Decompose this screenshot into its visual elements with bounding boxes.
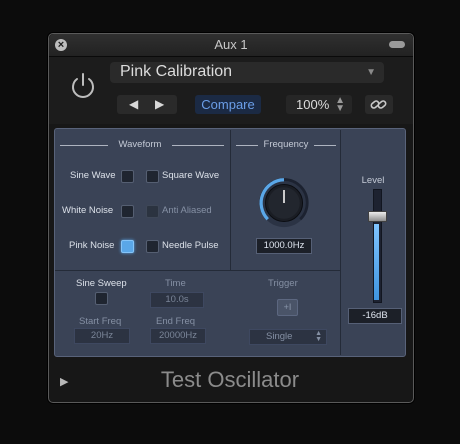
frequency-header: Frequency [263, 139, 309, 150]
level-fader-fill [374, 224, 379, 300]
sine-wave-label: Sine Wave [70, 170, 116, 181]
anti-aliased-checkbox[interactable] [146, 205, 159, 218]
start-freq-label: Start Freq [79, 316, 122, 327]
updown-icon: ▲ ▼ [315, 330, 322, 343]
time-label: Time [165, 278, 186, 289]
white-noise-checkbox[interactable] [121, 205, 134, 218]
frequency-knob[interactable] [258, 177, 310, 229]
window-title: Aux 1 [214, 37, 248, 52]
pink-noise-checkbox[interactable] [121, 240, 134, 253]
end-freq-value[interactable]: 20000Hz [150, 328, 206, 344]
trigger-label: Trigger [268, 278, 298, 289]
prev-preset-button[interactable]: ◀ [129, 97, 138, 111]
link-button[interactable] [365, 95, 393, 114]
title-bar[interactable]: × Aux 1 [49, 34, 413, 57]
divider [172, 145, 224, 146]
chevron-down-icon: ▼ [366, 67, 376, 78]
link-icon [370, 100, 387, 109]
level-value[interactable]: -16dB [348, 308, 402, 324]
sine-wave-checkbox[interactable] [121, 170, 134, 183]
divider [230, 130, 231, 270]
pink-noise-label: Pink Noise [69, 240, 115, 251]
start-freq-value[interactable]: 20Hz [74, 328, 130, 344]
sine-sweep-checkbox[interactable] [95, 292, 108, 305]
divider [60, 145, 108, 146]
trigger-button[interactable]: +I [277, 299, 298, 316]
compare-button[interactable]: Compare [195, 95, 261, 114]
time-value[interactable]: 10.0s [150, 292, 204, 308]
zoom-value: 100% [296, 97, 330, 112]
divider [236, 145, 258, 146]
divider [340, 130, 341, 355]
trigger-mode-value: Single [266, 331, 293, 342]
sine-sweep-label: Sine Sweep [76, 278, 127, 289]
needle-pulse-checkbox[interactable] [146, 240, 159, 253]
next-preset-button[interactable]: ▶ [155, 97, 164, 111]
zoom-menu[interactable]: 100% ▲ ▼ [286, 95, 352, 114]
square-wave-checkbox[interactable] [146, 170, 159, 183]
updown-icon: ▲ ▼ [335, 95, 345, 114]
trigger-mode-select[interactable]: Single ▲ ▼ [249, 329, 327, 345]
level-header: Level [361, 175, 385, 186]
preset-menu[interactable]: Pink Calibration ▼ [110, 62, 384, 83]
square-wave-label: Square Wave [162, 170, 220, 181]
power-icon[interactable] [69, 71, 97, 99]
end-freq-label: End Freq [156, 316, 196, 327]
preset-nav: ◀ ▶ [117, 95, 177, 114]
white-noise-label: White Noise [62, 205, 114, 216]
preset-name: Pink Calibration [120, 63, 233, 80]
frequency-value[interactable]: 1000.0Hz [256, 238, 312, 254]
anti-aliased-label: Anti Aliased [162, 205, 212, 216]
divider [55, 270, 340, 271]
waveform-header: Waveform [118, 139, 162, 150]
window-pill-icon[interactable] [389, 41, 405, 48]
needle-pulse-label: Needle Pulse [162, 240, 219, 251]
divider [314, 145, 336, 146]
level-fader-handle[interactable] [368, 211, 387, 222]
plugin-name: Test Oscillator [160, 367, 300, 392]
